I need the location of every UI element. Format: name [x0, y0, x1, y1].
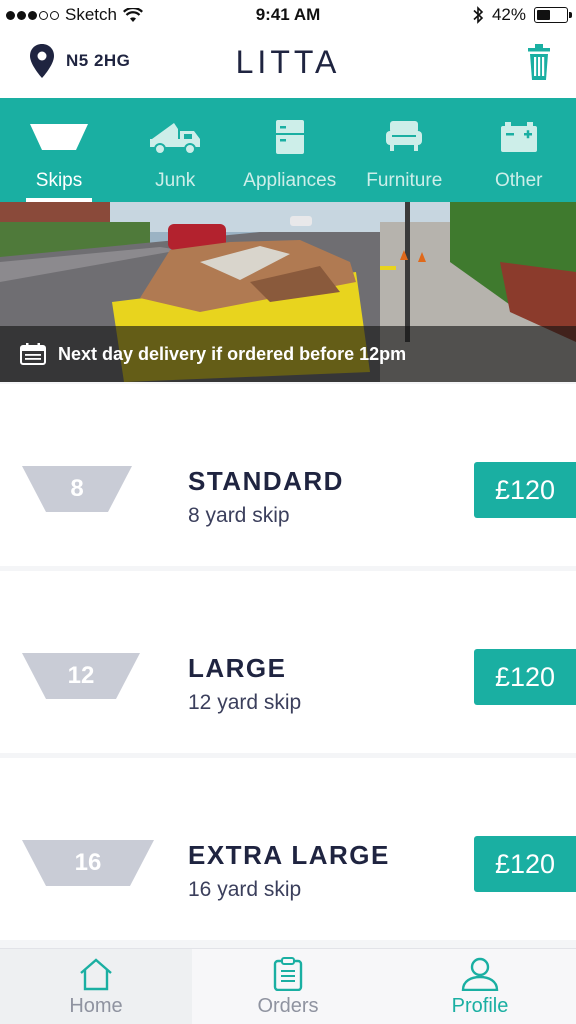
bottom-nav: Home Orders Profile: [0, 948, 576, 1024]
battery-percent: 42%: [491, 5, 526, 24]
skip-size-tag: 12: [22, 653, 140, 699]
category-tabs: Skips Junk Appliances Furniture Other: [0, 98, 576, 202]
nav-home[interactable]: Home: [0, 949, 192, 1024]
skip-subtitle: 12 yard skip: [188, 691, 302, 714]
brand-logo: LITTA: [235, 44, 341, 80]
battery-icon: [534, 7, 572, 23]
skip-icon: [30, 124, 88, 150]
skip-title: EXTRA LARGE: [188, 840, 390, 870]
truck-icon: [150, 123, 201, 155]
tab-label: Other: [494, 170, 543, 191]
skip-size-tag: 16: [22, 840, 154, 886]
skip-subtitle: 16 yard skip: [188, 878, 302, 901]
skip-title: STANDARD: [188, 466, 344, 496]
price-button[interactable]: £120: [474, 462, 576, 518]
app-header: N5 2HG LITTA: [0, 30, 576, 98]
status-right: 42%: [472, 5, 572, 25]
tab-appliances[interactable]: Appliances: [233, 98, 348, 202]
home-icon: [80, 958, 112, 991]
tab-junk[interactable]: Junk: [118, 98, 233, 202]
nav-label: Profile: [451, 995, 509, 1017]
price-button[interactable]: £120: [474, 836, 576, 892]
tab-label: Junk: [155, 170, 196, 191]
calendar-icon: [20, 343, 46, 365]
skip-card-standard[interactable]: 8 STANDARD 8 yard skip £120: [0, 384, 576, 566]
user-icon: [461, 957, 499, 991]
skip-card-extra-large[interactable]: 16 EXTRA LARGE 16 yard skip £120: [0, 758, 576, 940]
delivery-banner: Next day delivery if ordered before 12pm: [0, 326, 576, 382]
skip-size-number: 8: [70, 475, 84, 502]
bluetooth-icon: [473, 6, 484, 24]
sofa-icon: [386, 121, 423, 151]
price-button[interactable]: £120: [474, 649, 576, 705]
status-bar: Sketch 9:41 AM 42%: [0, 0, 576, 30]
skip-subtitle: 8 yard skip: [188, 504, 290, 527]
skip-size-number: 16: [74, 849, 102, 876]
bin-icon[interactable]: [528, 44, 550, 80]
tab-other[interactable]: Other: [462, 98, 576, 202]
clipboard-icon: [273, 957, 303, 991]
nav-label: Home: [69, 995, 123, 1017]
skip-size-number: 12: [67, 662, 95, 689]
tab-label: Skips: [35, 170, 83, 191]
tab-label: Furniture: [366, 170, 443, 191]
nav-orders[interactable]: Orders: [192, 949, 384, 1024]
tab-skips[interactable]: Skips: [0, 98, 118, 202]
skip-card-large[interactable]: 12 LARGE 12 yard skip £120: [0, 571, 576, 753]
hero-image: Next day delivery if ordered before 12pm: [0, 202, 576, 382]
tab-furniture[interactable]: Furniture: [347, 98, 462, 202]
appliance-icon: [275, 120, 304, 154]
skip-title: LARGE: [188, 653, 287, 683]
nav-label: Orders: [257, 995, 319, 1017]
tab-label: Appliances: [243, 170, 337, 191]
skip-size-tag: 8: [22, 466, 132, 512]
delivery-banner-text: Next day delivery if ordered before 12pm: [58, 343, 407, 364]
battery-box-icon: [500, 122, 537, 152]
nav-profile[interactable]: Profile: [384, 949, 576, 1024]
